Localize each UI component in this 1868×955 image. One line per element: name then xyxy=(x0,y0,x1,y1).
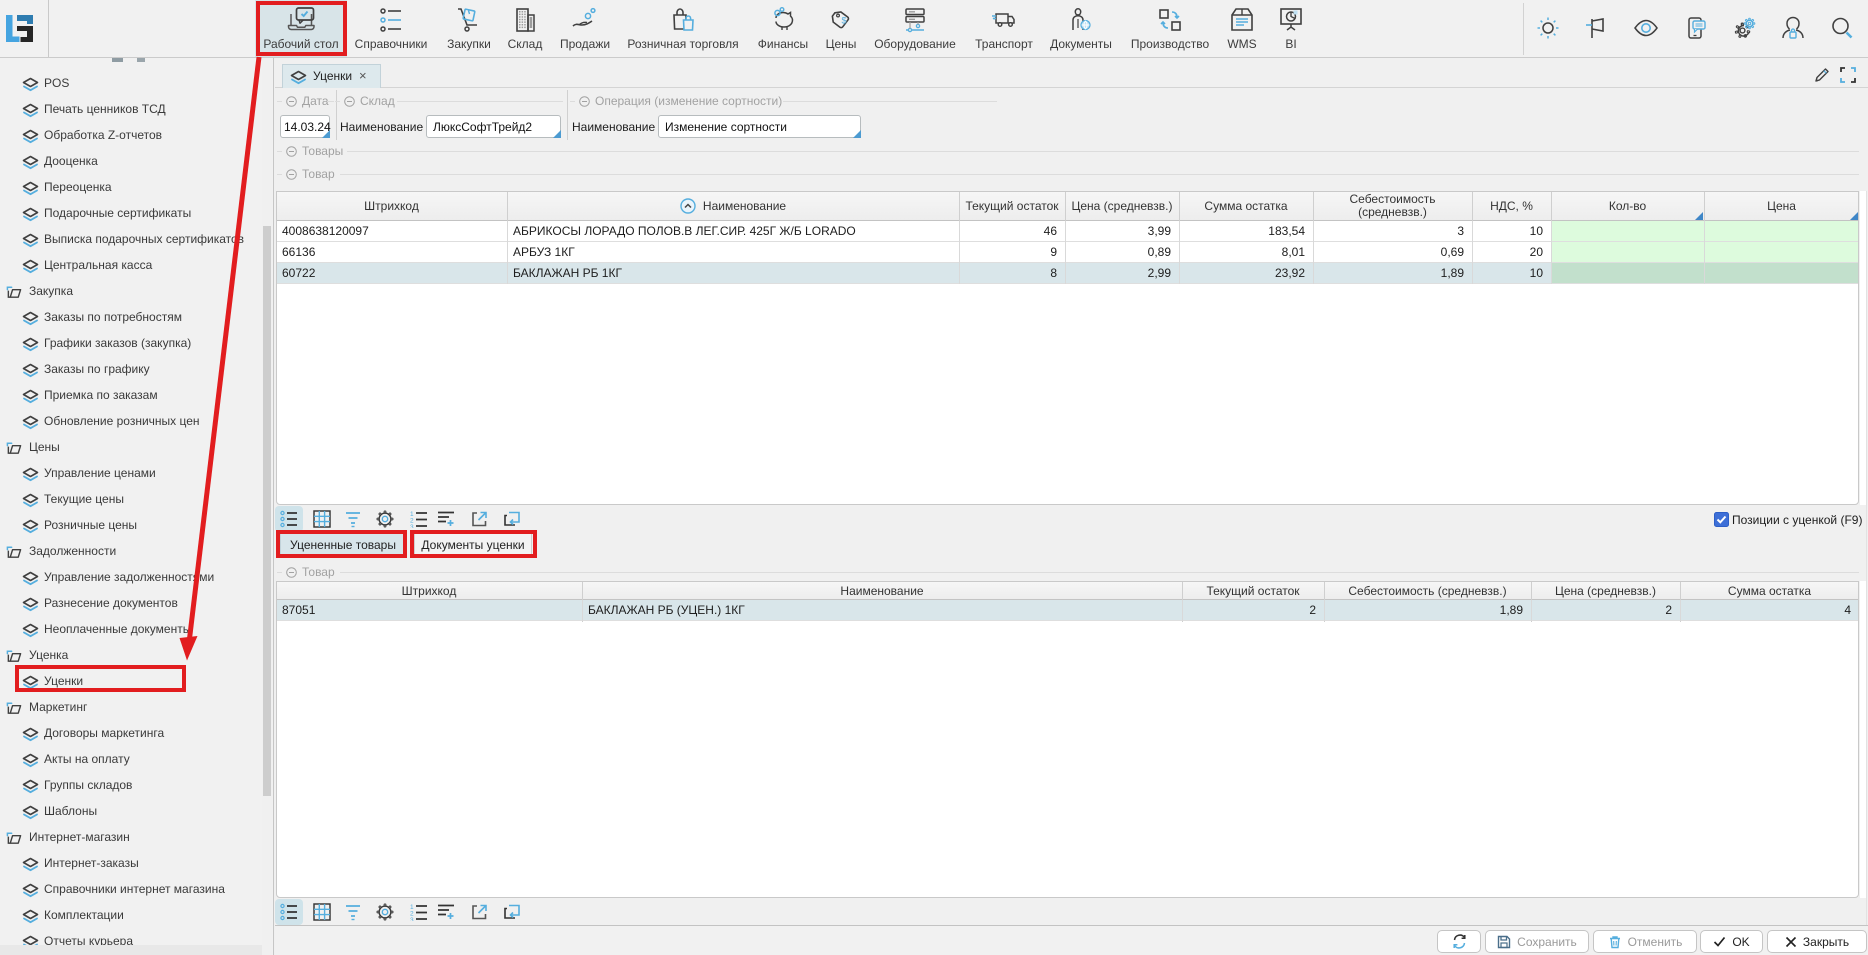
svg-text:3: 3 xyxy=(410,524,414,528)
svg-text:3: 3 xyxy=(410,917,414,921)
svg-text:$: $ xyxy=(842,16,847,26)
